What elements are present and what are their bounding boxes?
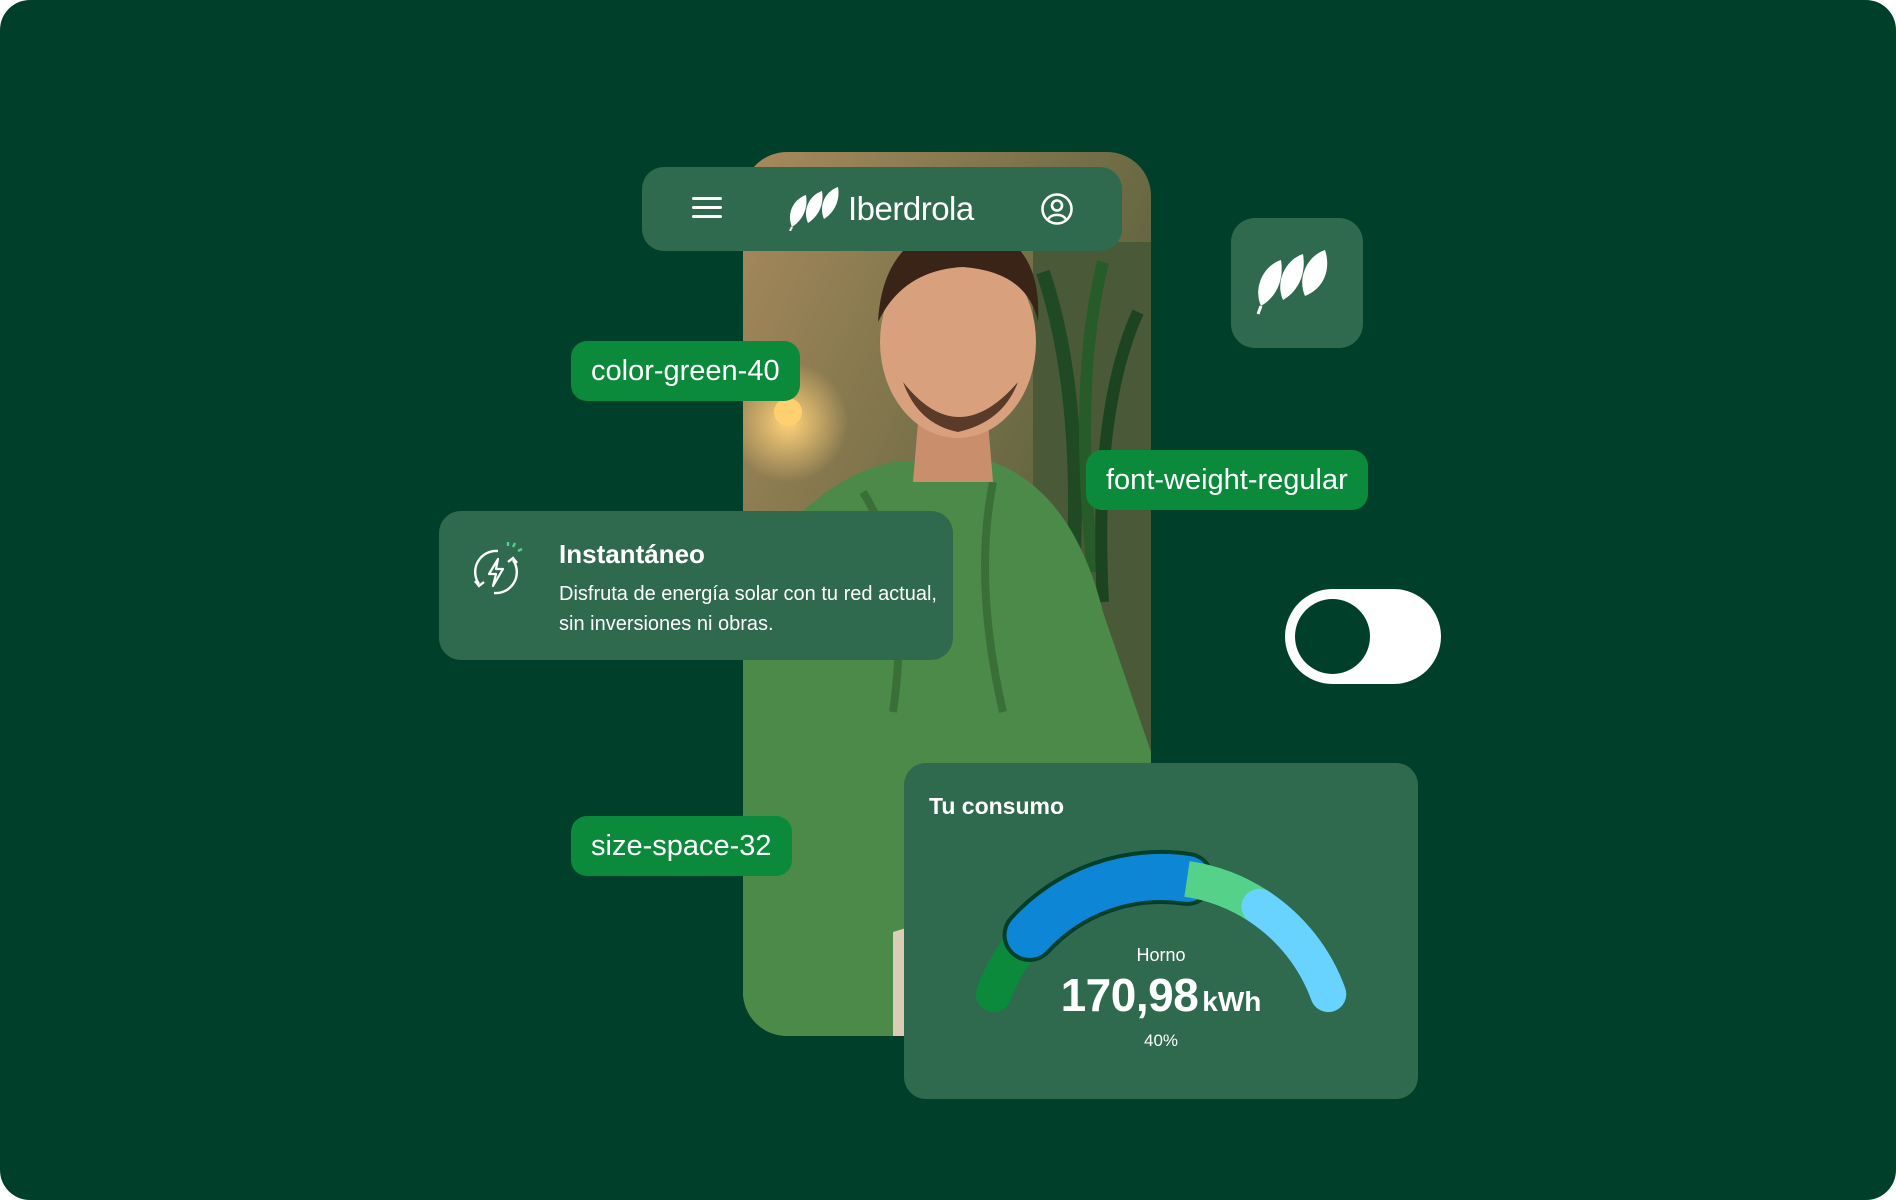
gauge-value-number: 170,98	[1060, 969, 1199, 1021]
consumption-card: Tu consumo Horno 170,98 kWh 40%	[904, 763, 1418, 1099]
color-token-chip: color-green-40	[571, 341, 800, 401]
toggle-switch[interactable]	[1285, 589, 1441, 684]
brand-logo[interactable]: Iberdrola	[788, 185, 974, 233]
gauge-value: 170,98 kWh	[904, 968, 1418, 1022]
toggle-knob	[1295, 599, 1370, 674]
gauge-percent-label: 40%	[1143, 1031, 1179, 1050]
space-token-chip: size-space-32	[571, 816, 792, 876]
hamburger-menu-icon[interactable]	[692, 195, 722, 221]
iberdrola-app-icon	[1256, 250, 1328, 315]
gauge-segment-2	[1006, 854, 1211, 958]
user-profile-icon[interactable]	[1040, 192, 1074, 226]
iberdrola-leaves-logo	[789, 187, 839, 231]
gauge-value-unit: kWh	[1202, 986, 1262, 1017]
info-card-title: Instantáneo	[559, 539, 705, 569]
info-card-description: Disfruta de energía solar con tu red act…	[559, 583, 937, 635]
solar-lightning-refresh-icon	[474, 542, 523, 595]
app-icon-tile	[1231, 218, 1363, 348]
brand-name: Iberdrola	[848, 190, 974, 227]
instant-info-card[interactable]: Instantáneo Disfruta de energía solar co…	[439, 511, 953, 660]
canvas: Iberdrola color-green-40 font-weight-reg…	[0, 0, 1896, 1200]
top-nav-bar: Iberdrola	[642, 167, 1122, 251]
font-token-chip: font-weight-regular	[1086, 450, 1368, 510]
gauge-device-label: Horno	[1136, 945, 1186, 965]
